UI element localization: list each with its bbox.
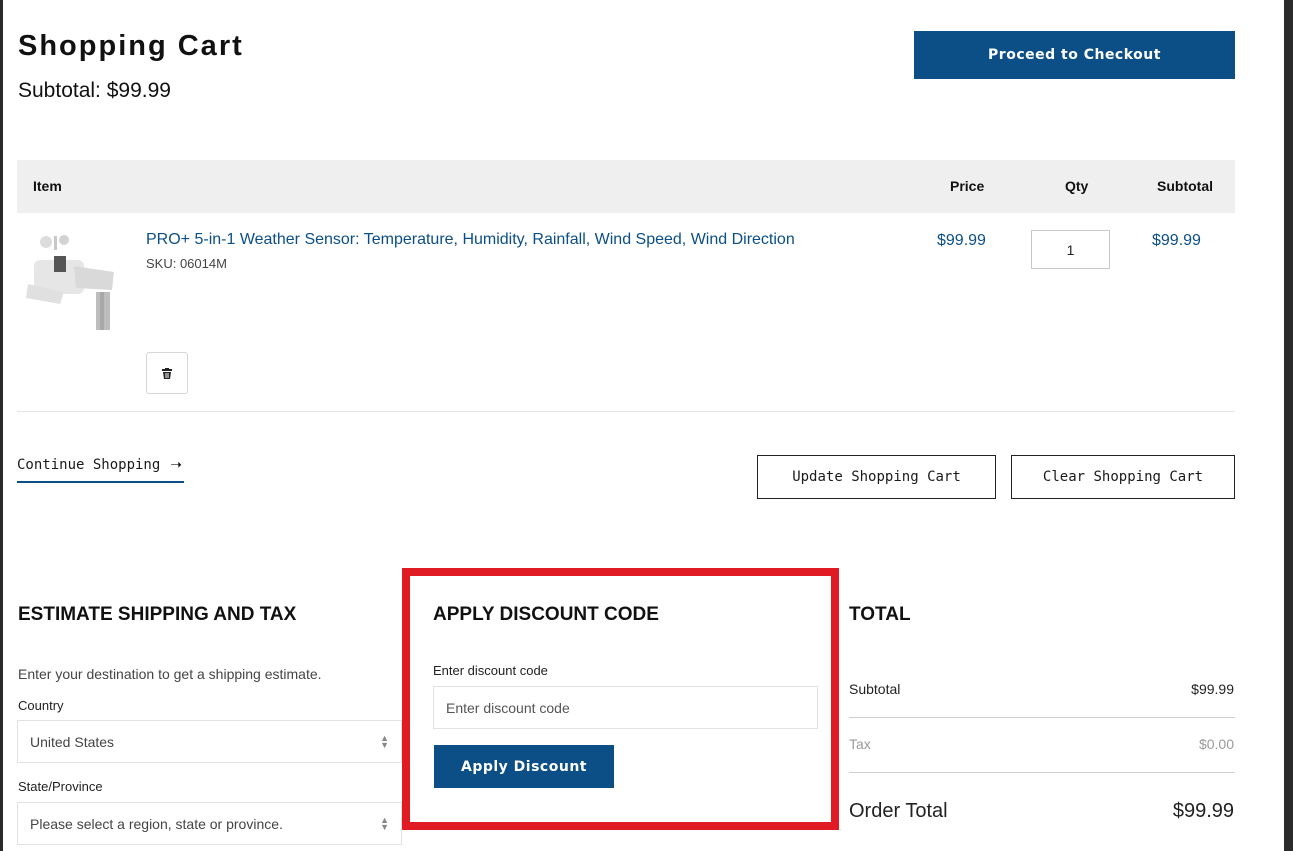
column-header-price: Price (950, 178, 985, 194)
totals-divider (849, 717, 1235, 718)
state-selected-value: Please select a region, state or provinc… (30, 815, 283, 832)
product-name-link[interactable]: PRO+ 5-in-1 Weather Sensor: Temperature,… (146, 231, 795, 249)
cart-subtotal-summary: Subtotal: $99.99 (18, 79, 171, 102)
estimate-shipping-title: ESTIMATE SHIPPING AND TAX (18, 604, 297, 625)
state-province-select[interactable]: Please select a region, state or provinc… (17, 802, 402, 845)
apply-discount-title: APPLY DISCOUNT CODE (433, 604, 659, 625)
country-selected-value: United States (30, 733, 115, 750)
remove-item-button[interactable] (146, 352, 188, 394)
apply-discount-button[interactable]: Apply Discount (434, 745, 614, 788)
shipping-intro-text: Enter your destination to get a shipping… (18, 666, 322, 682)
proceed-to-checkout-button[interactable]: Proceed to Checkout (914, 31, 1235, 79)
select-caret-icon: ▲ ▼ (380, 732, 389, 750)
discount-code-input[interactable] (433, 686, 818, 729)
product-sku: SKU: 06014M (146, 256, 227, 271)
clear-shopping-cart-button[interactable]: Clear Shopping Cart (1011, 455, 1235, 499)
item-subtotal: $99.99 (1152, 232, 1201, 249)
order-total-label: Order Total (849, 800, 948, 822)
quantity-input[interactable] (1031, 230, 1110, 269)
row-divider (17, 411, 1235, 412)
country-label: Country (18, 698, 64, 713)
totals-tax-label: Tax (849, 736, 871, 752)
cart-table-header: Item Price Qty Subtotal (17, 160, 1235, 213)
product-image[interactable] (24, 232, 118, 332)
totals-tax-value: $0.00 (1198, 736, 1234, 752)
select-caret-icon: ▲ ▼ (380, 814, 389, 832)
continue-shopping-label: Continue Shopping (17, 457, 161, 473)
item-price: $99.99 (937, 232, 986, 249)
country-select[interactable]: United States ▲ ▼ (17, 720, 402, 763)
window-frame-left (0, 0, 3, 851)
totals-subtotal-label: Subtotal (849, 681, 901, 697)
page-title: Shopping Cart (18, 30, 244, 62)
update-shopping-cart-button[interactable]: Update Shopping Cart (757, 455, 996, 499)
arrow-right-icon: ➝ (170, 457, 183, 473)
trash-icon (162, 367, 172, 379)
continue-shopping-link[interactable]: Continue Shopping ➝ (17, 457, 185, 483)
column-header-qty: Qty (1065, 178, 1089, 194)
totals-subtotal-value: $99.99 (1191, 681, 1234, 697)
column-header-subtotal: Subtotal (1157, 178, 1213, 194)
discount-code-label: Enter discount code (433, 663, 548, 678)
state-province-label: State/Province (18, 779, 103, 794)
total-title: TOTAL (849, 604, 911, 625)
column-header-item: Item (33, 178, 62, 194)
window-frame-right (1284, 0, 1293, 851)
order-total-value: $99.99 (1172, 800, 1234, 822)
totals-divider (849, 772, 1235, 773)
